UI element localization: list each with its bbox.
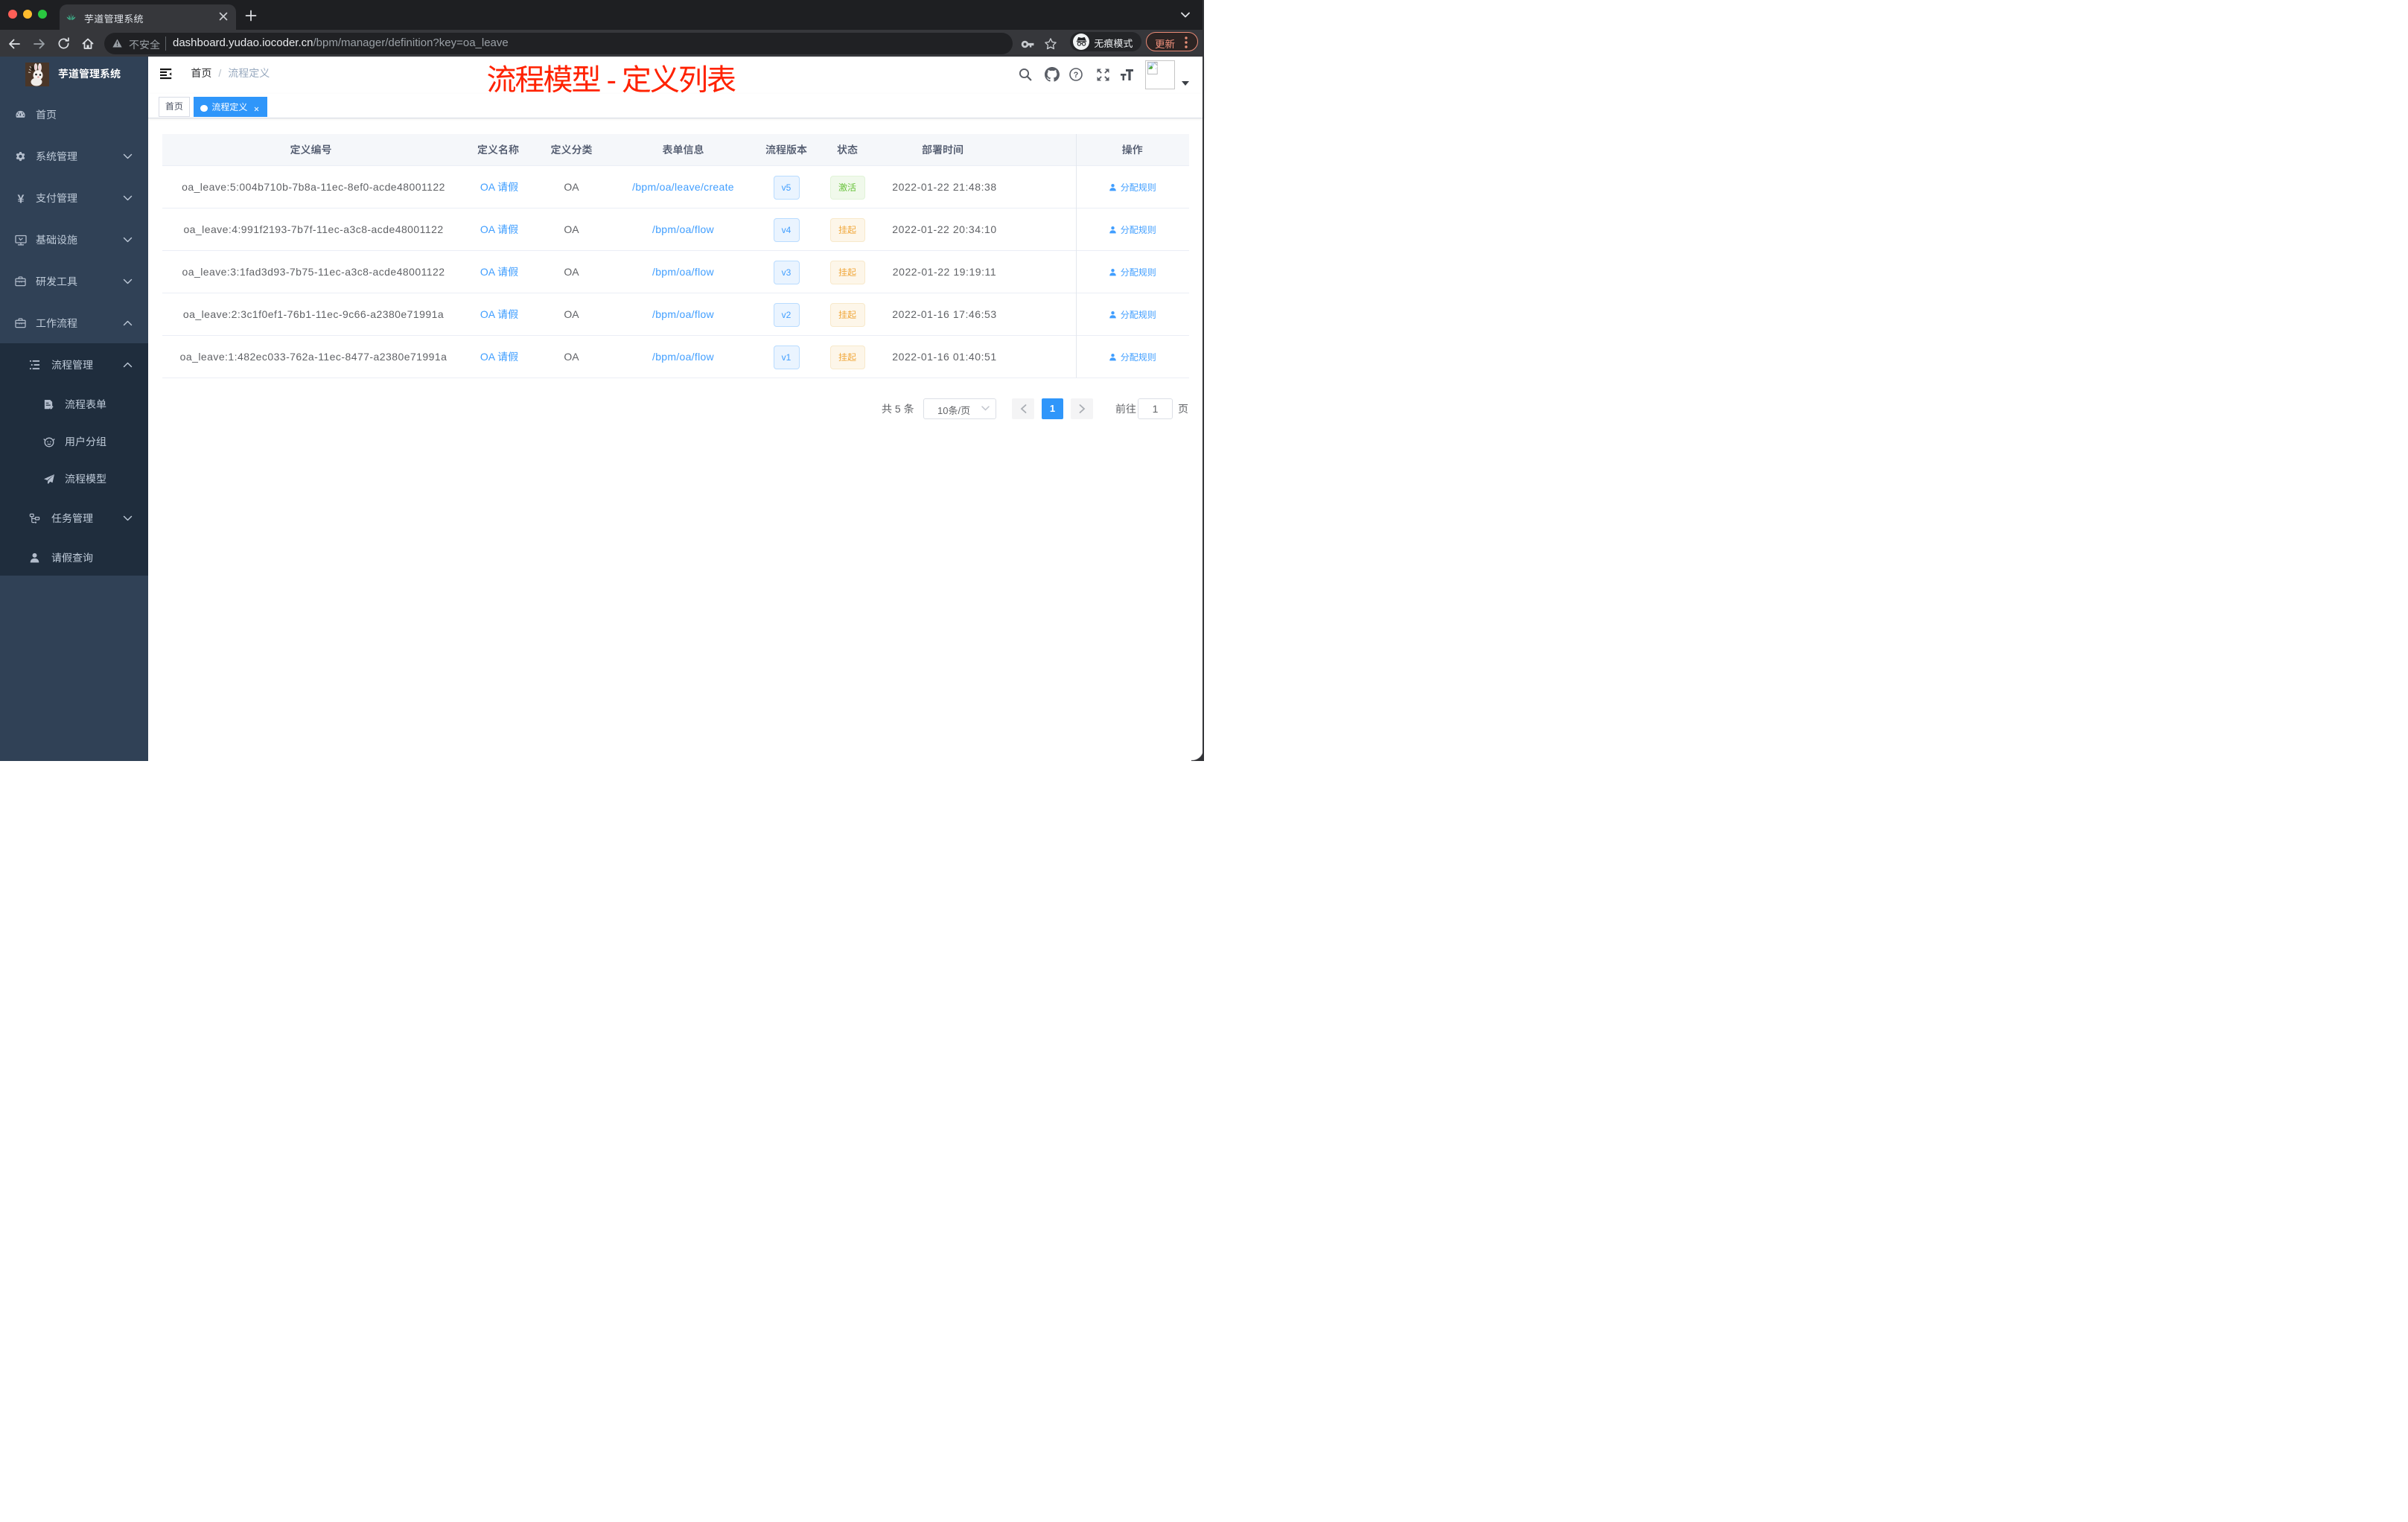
svg-text:¥: ¥: [18, 193, 25, 205]
svg-text:?: ?: [1074, 71, 1079, 80]
